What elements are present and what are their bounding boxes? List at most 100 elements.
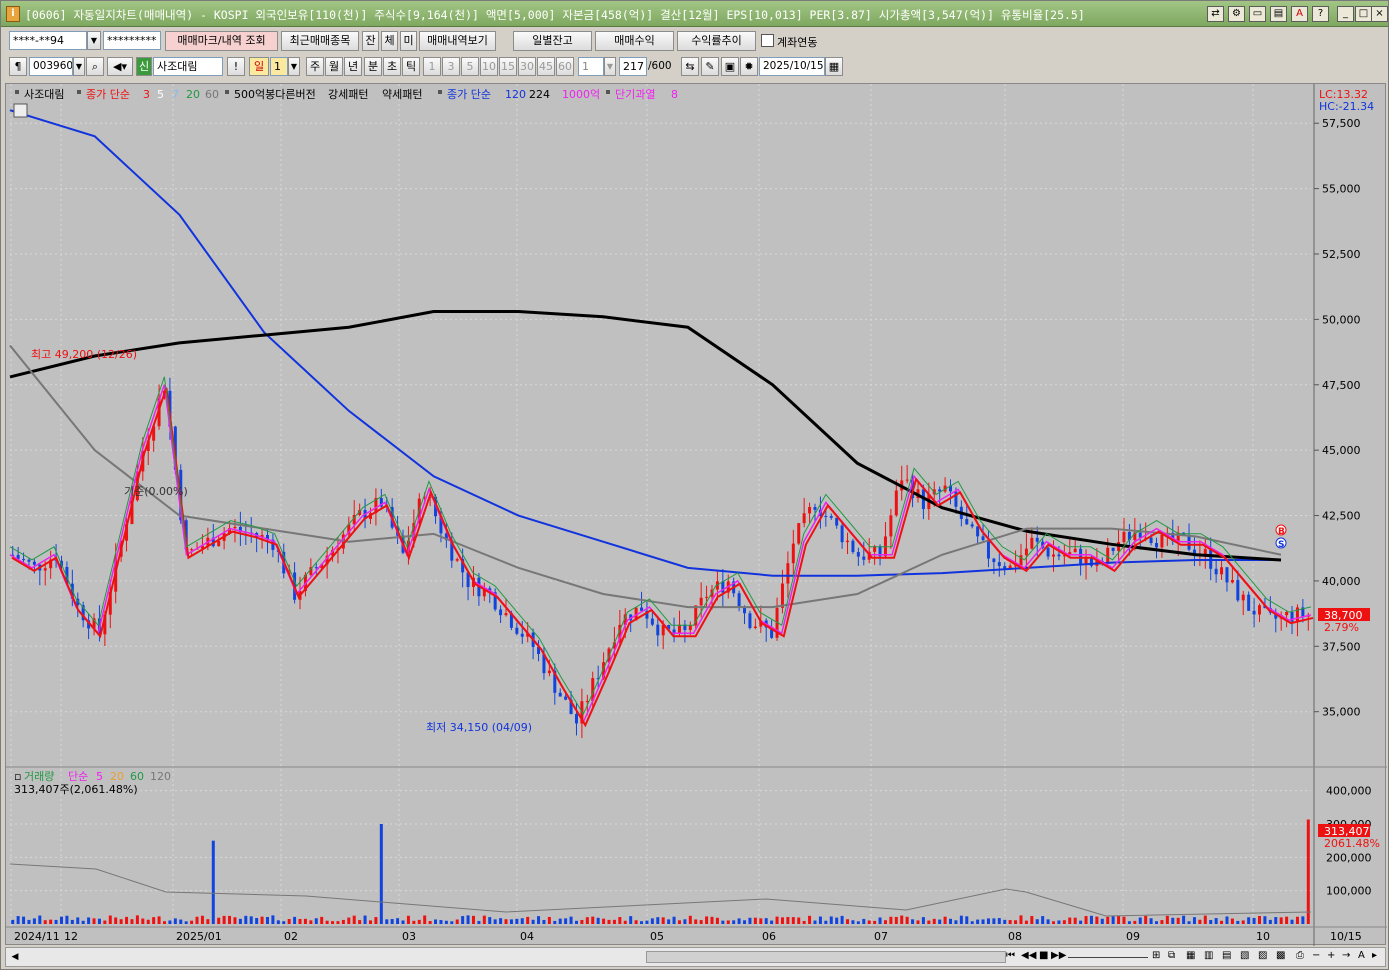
volume-bar [391, 919, 394, 924]
save-icon[interactable]: ▣ [721, 57, 739, 76]
volume-bar [710, 917, 713, 924]
trade-history-button[interactable]: 매매내역보기 [419, 31, 496, 51]
stop-icon[interactable]: ■ [1039, 950, 1048, 961]
chart-area[interactable]: 57,50055,00052,50050,00047,50045,00042,5… [5, 83, 1386, 945]
scroll-end-icon[interactable]: ▸ [1372, 950, 1377, 961]
minute-dropdown-icon[interactable]: ▼ [604, 57, 616, 76]
date-field[interactable]: 2025/10/15 [759, 57, 825, 76]
minute-45-button[interactable]: 45 [537, 57, 555, 76]
minute-3-button[interactable]: 3 [442, 57, 460, 76]
period-count-field[interactable]: 1 [270, 57, 288, 76]
code-lookup-icon[interactable]: ¶ [9, 57, 27, 76]
minute-1-button[interactable]: 1 [423, 57, 441, 76]
scroll-right-icon[interactable]: → [1342, 950, 1350, 961]
scroll-next-icon[interactable]: ▶▶ [1051, 950, 1066, 961]
calendar-icon[interactable]: ▦ [825, 57, 843, 76]
font-size-icon[interactable]: A [1358, 950, 1365, 961]
export-icon[interactable]: ▩ [1276, 950, 1285, 961]
volume-bar [55, 920, 58, 924]
password-field[interactable]: ********* [103, 31, 161, 50]
indicator-icon[interactable]: ▨ [1258, 950, 1267, 961]
volume-bar [255, 918, 258, 924]
candle-body [1025, 549, 1028, 556]
screen-icon[interactable]: ▭ [1249, 6, 1266, 22]
volume-bar [65, 916, 68, 924]
config-icon[interactable]: ✹ [740, 57, 758, 76]
recent-trades-button[interactable]: 최근매매종목 [281, 31, 359, 51]
volume-bar [542, 920, 545, 924]
minute-count-field[interactable]: 1 [578, 57, 604, 76]
view-icon[interactable]: ⊞ [1152, 950, 1160, 961]
minute-30-button[interactable]: 30 [518, 57, 536, 76]
title-bar[interactable]: i [0606] 자동일지차트(매매내역) - KOSPI 외국인보유[110(… [1, 1, 1388, 27]
panel-icon[interactable]: ▤ [1222, 950, 1231, 961]
chart-scrollbar[interactable]: ◀ ⏮ ◀◀ ■ ▶▶ ⊞ ⧉ ▦ ▥ ▤ ▧ ▨ ▩ ⎙ − + → A ▸ [5, 947, 1386, 967]
account-dropdown-icon[interactable]: ▼ [87, 31, 101, 50]
font-icon[interactable]: A [1291, 6, 1308, 22]
period-week-button[interactable]: 주 [306, 57, 324, 76]
executed-button[interactable]: 체 [381, 31, 398, 51]
price-chart[interactable]: 57,50055,00052,50050,00047,50045,00042,5… [6, 84, 1387, 946]
stock-name-field[interactable]: 사조대림 [153, 57, 223, 76]
volume-bar [694, 919, 697, 924]
scroll-first-icon[interactable]: ⏮ [1006, 950, 1015, 961]
alert-button[interactable]: ! [227, 57, 245, 76]
period-dropdown-icon[interactable]: ▼ [288, 57, 300, 76]
x-tick-label: 03 [402, 930, 416, 943]
period-minute-button[interactable]: 분 [364, 57, 382, 76]
print-icon[interactable]: ⎙ [1296, 950, 1304, 961]
balance-button[interactable]: 잔 [362, 31, 379, 51]
link-icon[interactable]: ⇄ [1207, 6, 1224, 22]
legend-marker-icon [77, 90, 81, 94]
bar-count-field[interactable]: 217 [619, 57, 647, 76]
volume-bar [1204, 916, 1207, 924]
account-field[interactable]: ****-**94 [9, 31, 87, 50]
window-icon[interactable]: ▤ [1270, 6, 1287, 22]
unfilled-button[interactable]: 미 [400, 31, 417, 51]
close-button[interactable]: × [1371, 6, 1388, 22]
stock-code-field[interactable]: 003960 [29, 57, 73, 76]
period-tick-button[interactable]: 틱 [402, 57, 420, 76]
account-link-checkbox[interactable] [761, 34, 774, 47]
scroll-thumb[interactable] [646, 951, 1006, 963]
maximize-button[interactable]: □ [1355, 6, 1372, 22]
candle-body [841, 526, 844, 543]
vol-legend-marker: ▫ [14, 770, 21, 783]
scroll-left-icon[interactable]: ◀ [8, 950, 22, 964]
minimize-button[interactable]: _ [1337, 6, 1354, 22]
daily-balance-button[interactable]: 일별잔고 [513, 31, 592, 51]
volume-bar [250, 916, 253, 924]
zoom-out-icon[interactable]: − [1312, 950, 1320, 961]
scroll-prev-icon[interactable]: ◀◀ [1021, 950, 1036, 961]
period-second-button[interactable]: 초 [383, 57, 401, 76]
period-year-button[interactable]: 년 [344, 57, 362, 76]
settings-icon[interactable]: ⚙ [1228, 6, 1245, 22]
period-day-button[interactable]: 일 [249, 57, 269, 76]
chart-type-icon[interactable]: ▧ [1240, 950, 1249, 961]
speaker-icon[interactable]: ◀▾ [107, 57, 133, 76]
trade-profit-button[interactable]: 매매수익 [595, 31, 674, 51]
return-trend-button[interactable]: 수익률추이 [677, 31, 756, 51]
candle-body [27, 560, 30, 562]
swap-icon[interactable]: ⇆ [681, 57, 699, 76]
zoom-slider[interactable] [1068, 957, 1148, 958]
candle-body [824, 516, 827, 517]
minute-5-button[interactable]: 5 [461, 57, 479, 76]
draw-tool-icon[interactable]: ✎ [701, 57, 719, 76]
period-month-button[interactable]: 월 [325, 57, 343, 76]
mark-history-button[interactable]: 매매마크/내역 조회 [165, 31, 278, 51]
search-icon[interactable]: ⌕ [86, 57, 104, 76]
minute-10-button[interactable]: 10 [480, 57, 498, 76]
help-icon[interactable]: ? [1312, 6, 1329, 22]
zoom-in-icon[interactable]: + [1327, 950, 1335, 961]
layout-icon[interactable]: ⧉ [1168, 950, 1175, 961]
candle-body [938, 489, 941, 491]
grid-icon[interactable]: ▦ [1186, 950, 1195, 961]
volume-bar [933, 919, 936, 924]
minute-15-button[interactable]: 15 [499, 57, 517, 76]
code-dropdown-icon[interactable]: ▼ [73, 57, 85, 76]
volume-bar [353, 916, 356, 924]
credit-badge[interactable]: 신 [136, 57, 152, 76]
minute-60-button[interactable]: 60 [556, 57, 574, 76]
tile-icon[interactable]: ▥ [1204, 950, 1213, 961]
